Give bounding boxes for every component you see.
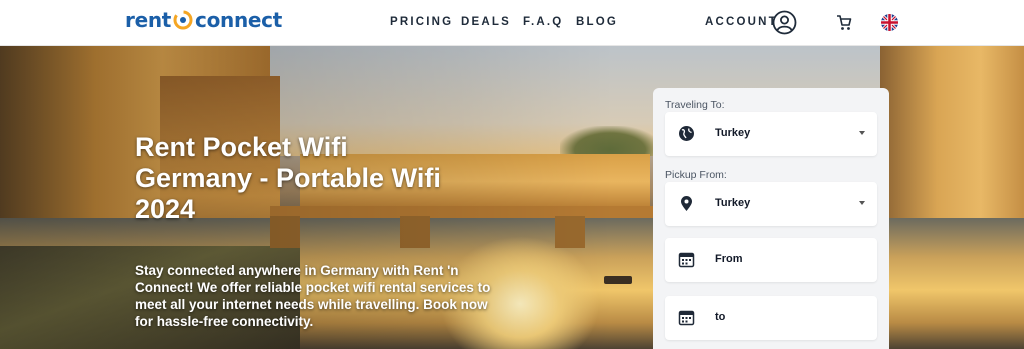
pickup-from-label: Pickup From:	[665, 169, 727, 181]
from-date-field[interactable]: From	[665, 238, 877, 282]
hero-description: Stay connected anywhere in Germany with …	[135, 263, 491, 329]
user-circle-icon[interactable]	[772, 10, 797, 35]
pickup-from-select[interactable]: Turkey	[665, 182, 877, 226]
traveling-to-select[interactable]: Turkey	[665, 112, 877, 156]
traveling-to-value: Turkey	[715, 127, 751, 139]
booking-panel: Traveling To: Turkey Pickup From: Turkey…	[653, 88, 889, 349]
calendar-icon	[678, 310, 695, 326]
account-link[interactable]: ACCOUNT	[705, 16, 778, 28]
brand-name-part2: connect	[195, 8, 282, 32]
to-date-placeholder: to	[715, 311, 726, 323]
nav-deals[interactable]: DEALS	[461, 16, 511, 28]
traveling-to-label: Traveling To:	[665, 99, 725, 111]
pickup-from-value: Turkey	[715, 197, 751, 209]
chevron-down-icon	[859, 131, 865, 135]
site-header: rent connect PRICING DEALS F.A.Q BLOG AC…	[0, 0, 1024, 46]
uk-flag-icon[interactable]	[881, 14, 898, 31]
nav-blog[interactable]: BLOG	[576, 16, 618, 28]
from-date-placeholder: From	[715, 253, 743, 265]
cart-icon[interactable]	[836, 14, 852, 31]
brand-name-part1: rent	[125, 8, 172, 32]
nav-pricing[interactable]: PRICING	[390, 16, 453, 28]
calendar-icon	[678, 252, 695, 268]
nav-faq[interactable]: F.A.Q	[523, 16, 563, 28]
brand-logo[interactable]: rent connect	[125, 8, 282, 32]
hero-title: Rent Pocket Wifi Germany - Portable Wifi…	[135, 132, 441, 224]
swirl-logo-icon	[173, 10, 193, 30]
globe-icon	[679, 126, 694, 141]
chevron-down-icon	[859, 201, 865, 205]
to-date-field[interactable]: to	[665, 296, 877, 340]
map-pin-icon	[681, 196, 692, 211]
